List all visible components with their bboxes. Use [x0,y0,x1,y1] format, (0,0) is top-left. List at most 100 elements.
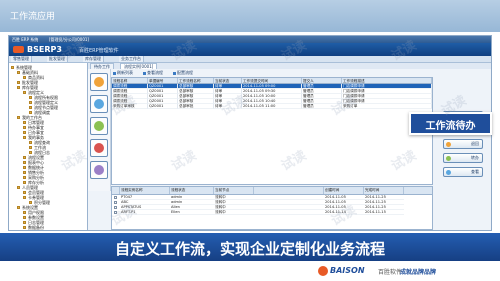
folder-icon [23,211,26,214]
folder-icon [23,181,26,184]
folder-icon [17,206,20,209]
folder-icon [23,221,26,224]
app-brand: BSERP3 [27,45,62,54]
workflow-todo-button[interactable] [90,73,108,91]
footer-brand-cn: 百胜软件 [378,269,403,276]
instance-column-header[interactable]: 完成时间 [364,187,404,194]
footer-tagline: 成就品牌品牌 [400,269,437,276]
action-icon [446,142,451,147]
folder-icon [29,96,32,99]
nav-tab[interactable]: 业务工作台 [119,56,144,62]
page-title: 工作流应用 [10,12,56,22]
action-button-label: 查看 [471,169,479,174]
instance-column-header[interactable] [254,187,324,194]
main-tab[interactable]: 流程实例[0001] [120,63,158,69]
action-button[interactable]: 转办 [443,153,483,163]
slogan-text: 自定义工作流，实现企业定制化业务流程 [114,240,385,258]
log-icon [94,143,104,153]
setting-icon [94,165,104,175]
folder-icon [23,121,26,124]
folder-icon [23,191,26,194]
action-button-label: 退回 [471,141,479,146]
instance-column-header[interactable] [112,187,120,194]
instance-grid-header: 流程实例名称 流程状态 当前节点 创建时间 完成时间 [112,187,432,195]
nav-tab[interactable]: 库存管理 [83,56,104,62]
instance-row[interactable]: ARFT-P1 Ellen 流转中 2014-11-14 2014-11-15 [112,210,432,215]
workflow-setting-button[interactable] [90,161,108,179]
folder-icon [23,156,26,159]
nav-tab[interactable]: 零售管理 [11,56,32,62]
instance-column-header[interactable]: 创建时间 [324,187,364,194]
nav-tabs: 零售管理 批发管理 库存管理 业务工作台 [9,56,491,63]
table-cell: QZ0001 [148,104,178,109]
footer: BAISON 百胜软件 成就品牌品牌 [0,261,500,281]
workflow-query-button[interactable] [90,117,108,135]
main-tabs: 待办工作 流程实例[0001] [88,63,491,69]
action-button[interactable]: 查看 [443,167,483,177]
toolbar-button-label: 刷新列表 [117,70,133,75]
tree-item[interactable]: 数据备份 [9,225,87,230]
slide: 工作流应用 百胜 ERP 系统 [管理员/分公司/0001] BSERP3 百胜… [0,0,500,281]
toolbar-button[interactable]: 配置流程 [171,70,195,76]
folder-icon [23,226,26,229]
todo-grid: 流程名称 单据编号 工作流程名称 当前状态 工作流提交时间 提交人 工作流程描述 调拨流程 QZ… [111,77,433,185]
instance-cell [254,210,324,215]
folder-icon [23,91,26,94]
folder-icon [17,86,20,89]
table-row[interactable]: 采购订单审核 QZ0001 总部审批 待审 2014-11-05 11:00 管理员 采购订… [112,104,432,109]
instance-column-header[interactable]: 当前节点 [214,187,254,194]
toolbar: 刷新列表 查看流程 配置流程 [111,70,411,76]
folder-icon [23,161,26,164]
action-button[interactable]: 退回 [443,139,483,149]
workflow-log-button[interactable] [90,139,108,157]
folder-icon [17,81,20,84]
folder-icon [29,101,32,104]
toolbar-button-label: 配置流程 [177,70,193,75]
folder-icon [23,126,26,129]
folder-icon [29,141,32,144]
callout-text: 工作流待办 [425,121,476,132]
row-checkbox[interactable] [114,196,117,199]
app-logo-icon [13,46,24,53]
main-panel: 待办工作 流程实例[0001] 刷新列表 查看流程 配置流程 流程名称 单据编号 工作流程… [88,63,491,230]
folder-icon [23,136,26,139]
action-button-label: 转办 [471,155,479,160]
toolbar-button-label: 查看流程 [147,70,163,75]
instance-cell: 2014-11-15 [364,210,404,215]
folder-icon [17,186,20,189]
query-icon [94,121,104,131]
table-cell: 总部审批 [178,104,214,109]
todo-icon [94,77,104,87]
slogan-bar: 自定义工作流，实现企业定制化业务流程 [0,233,500,261]
folder-icon [23,171,26,174]
folder-icon [11,66,14,69]
folder-icon [23,176,26,179]
toolbar-button[interactable]: 查看流程 [141,70,165,76]
folder-icon [29,106,32,109]
folder-icon [23,76,26,79]
toolbar-button[interactable]: 刷新列表 [111,70,135,76]
instance-column-header[interactable]: 流程实例名称 [120,187,170,194]
workflow-done-button[interactable] [90,95,108,113]
toolbar-icon [113,71,116,75]
folder-icon [29,111,32,114]
instance-cell: 流转中 [214,210,254,215]
folder-icon [23,216,26,219]
instance-cell: Ellen [170,210,214,215]
folder-icon [29,151,32,154]
folder-icon [17,116,20,119]
row-checkbox[interactable] [114,201,117,204]
brand-logo-icon [318,266,328,276]
instance-grid: 流程实例名称 流程状态 当前节点 创建时间 完成时间 PT047 admin 流转中 2014… [111,186,433,230]
folder-icon [29,146,32,149]
instance-column-header[interactable]: 流程状态 [170,187,214,194]
toolbar-icon [143,71,146,75]
done-icon [94,99,104,109]
action-icon [446,170,451,175]
folder-icon [23,166,26,169]
table-cell: 2014-11-05 11:00 [242,104,302,109]
folder-icon [29,201,32,204]
tree-item-label: 数据备份 [28,225,44,230]
folder-icon [23,196,26,199]
folder-icon [23,131,26,134]
